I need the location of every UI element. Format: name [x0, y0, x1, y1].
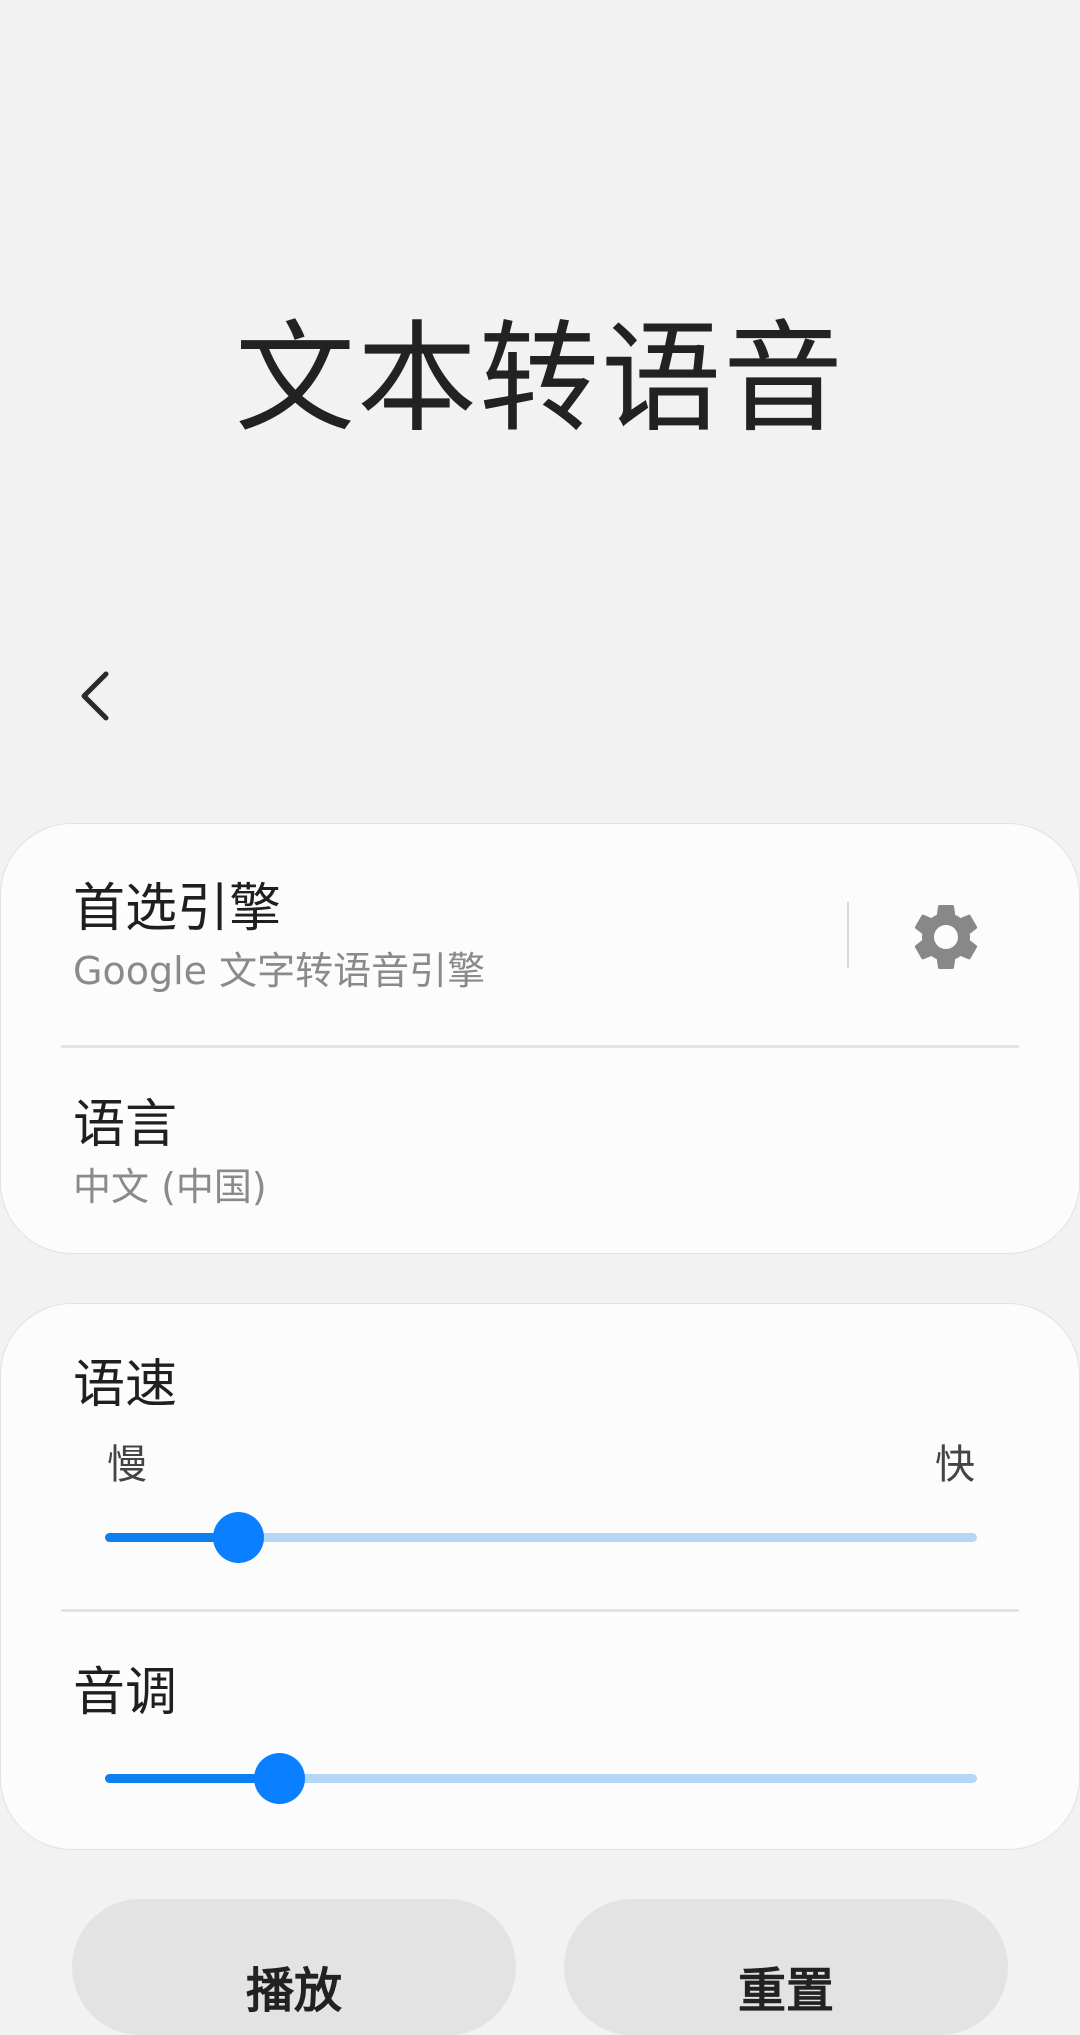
preferred-engine-value: Google 文字转语音引擎	[73, 949, 486, 993]
rate-pitch-card: 语速 慢 快 音调	[0, 1303, 1080, 1850]
speech-rate-slider[interactable]	[105, 1507, 977, 1567]
slider-thumb[interactable]	[254, 1753, 306, 1804]
preferred-engine-title: 首选引擎	[73, 879, 282, 939]
language-title: 语言	[73, 1095, 178, 1155]
engine-language-card: 首选引擎 Google 文字转语音引擎 语言 中文 (中国)	[0, 823, 1080, 1254]
preferred-engine-item[interactable]: 首选引擎 Google 文字转语音引擎	[73, 876, 959, 1016]
reset-button[interactable]: 重置	[564, 1899, 1008, 2035]
gear-icon	[914, 905, 978, 969]
slider-fill	[105, 1774, 280, 1783]
language-item[interactable]: 语言 中文 (中国)	[73, 1092, 1079, 1232]
pitch-slider[interactable]	[105, 1748, 977, 1808]
fast-label: 快	[935, 1442, 975, 1488]
page-title: 文本转语音	[235, 310, 845, 449]
play-button[interactable]: 播放	[72, 1899, 516, 2035]
pitch-title: 音调	[73, 1663, 178, 1723]
slow-label: 慢	[107, 1442, 147, 1488]
back-button[interactable]	[60, 660, 132, 732]
language-value: 中文 (中国)	[73, 1165, 267, 1209]
chevron-left-icon	[81, 671, 109, 721]
slider-thumb[interactable]	[213, 1512, 265, 1563]
divider	[61, 1609, 1019, 1612]
vertical-divider	[847, 902, 849, 968]
engine-settings-button[interactable]	[901, 892, 991, 982]
speech-rate-title: 语速	[73, 1355, 178, 1415]
divider	[61, 1045, 1019, 1048]
